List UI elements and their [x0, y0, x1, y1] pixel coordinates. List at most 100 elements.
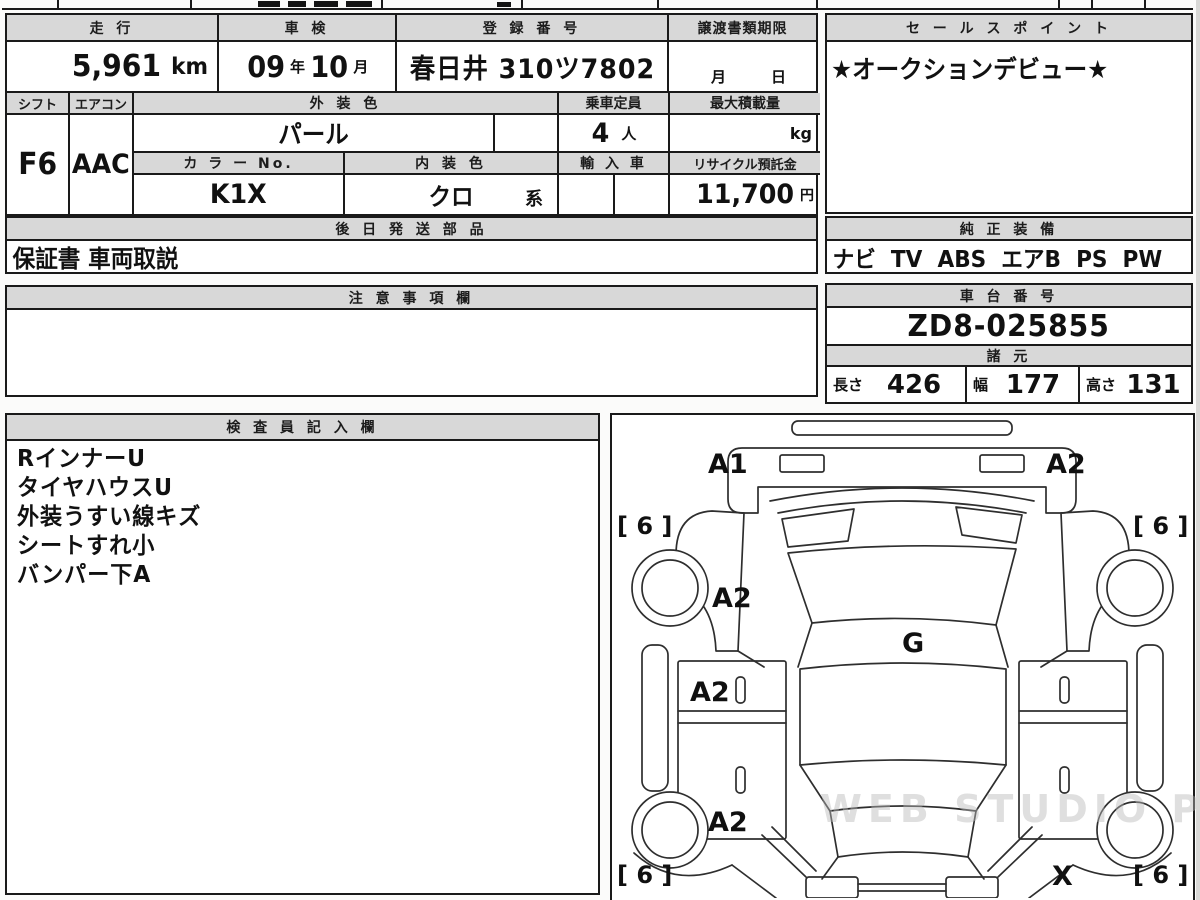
shift-value: F6: [18, 147, 57, 182]
registration-value: 春日井 310ツ7802: [409, 47, 654, 86]
mileage-value-cell: 5,961 km: [7, 42, 219, 91]
chassis-value-cell: ZD8-025855: [827, 308, 1191, 346]
mileage-unit: km: [171, 54, 208, 80]
caution-notes-box: 注 意 事 項 欄: [5, 285, 818, 397]
diagram-grade-label: A2: [708, 807, 748, 838]
inspection-month: 10: [310, 50, 348, 84]
dimension-value: 426: [863, 370, 965, 400]
exterior-color-sub-cell: [495, 115, 559, 153]
exterior-color-value-cell: パール: [134, 115, 495, 153]
diagram-grade-label: A2: [690, 677, 730, 708]
inspection-month-unit: 月: [353, 56, 368, 77]
capacity-header: 乗車定員: [559, 93, 670, 115]
clipped-row-divider: [1144, 0, 1146, 9]
dimension-value: 177: [988, 370, 1078, 400]
color-no-header: カ ラ ー No.: [134, 153, 345, 175]
clipped-text-fragment: [346, 1, 372, 7]
capacity-value: 4: [591, 118, 609, 149]
clipped-row-divider: [816, 0, 818, 9]
watermark: WEB STUDIO PRO: [820, 787, 1200, 831]
inspection-year-unit: 年: [290, 56, 305, 77]
import-car-sub-cell-2: [615, 175, 670, 214]
chassis-specs-box: 車 台 番 号 ZD8-025855 諸 元 長さ426幅177高さ131: [825, 283, 1193, 404]
dimension-label: 長さ: [827, 374, 863, 395]
inspection-year: 09: [247, 50, 285, 84]
recycle-deposit-value-cell: 11,700 円: [670, 175, 820, 214]
exterior-color-header: 外 装 色: [134, 93, 559, 115]
diagram-grade-label: A1: [708, 449, 748, 480]
dimension-value: 131: [1116, 370, 1191, 400]
registration-value-cell: 春日井 310ツ7802: [397, 42, 669, 91]
capacity-unit: 人: [621, 123, 636, 144]
equipment-header: 純 正 装 備: [827, 218, 1191, 241]
recycle-deposit-unit: 円: [800, 185, 814, 205]
clipped-text-fragment: [314, 1, 338, 7]
interior-color-value: クロ: [428, 177, 473, 212]
clipped-row-divider: [1058, 0, 1060, 9]
shift-value-cell: F6: [7, 115, 70, 214]
inspector-notes-header: 検 査 員 記 入 欄: [7, 415, 598, 441]
capacity-value-cell: 4 人: [559, 115, 670, 153]
diagram-grade-label: [ 6 ]: [617, 512, 672, 540]
inspector-note-line: バンパー下A: [17, 561, 575, 590]
scan-edge-right: [1196, 0, 1200, 900]
color-no-value: K1X: [210, 179, 267, 210]
dimension-cell: 高さ131: [1080, 367, 1191, 402]
inspection-value-cell: 09 年 10 月: [219, 42, 397, 91]
diagram-grade-label: [ 6 ]: [617, 861, 672, 889]
max-load-header: 最大積載量: [670, 93, 820, 115]
later-parts-box: 後 日 発 送 部 品 保証書 車両取説: [5, 216, 818, 274]
equipment-value-cell: ナビ TV ABS エアB PS PW: [827, 241, 1191, 272]
inspector-note-line: RインナーU: [17, 445, 575, 474]
import-car-header: 輸 入 車: [559, 153, 670, 175]
interior-color-suffix: 系: [525, 185, 543, 211]
dimension-cell: 長さ426: [827, 367, 967, 402]
clipped-row-divider: [57, 0, 59, 9]
dimensions-header: 諸 元: [827, 346, 1191, 367]
inspection-header: 車 検: [219, 15, 397, 42]
sales-point-value: ★オークションデビュー★: [831, 50, 1108, 86]
sales-point-header: セ ー ル ス ポ イ ン ト: [827, 15, 1191, 42]
recycle-deposit-value: 11,700: [696, 179, 794, 210]
registration-header: 登 録 番 号: [397, 15, 669, 42]
interior-color-header: 内 装 色: [345, 153, 559, 175]
mileage-header: 走 行: [7, 15, 219, 42]
inspector-note-line: シートすれ小: [17, 532, 575, 561]
diagram-grade-label: X: [1052, 861, 1073, 892]
dimension-label: 幅: [967, 374, 988, 395]
clipped-row-divider: [1091, 0, 1093, 9]
sales-point-body: ★オークションデビュー★: [827, 42, 1191, 212]
aircon-value: AAC: [72, 149, 130, 180]
shift-header: シフト: [7, 93, 70, 115]
import-car-sub-cell-1: [559, 175, 615, 214]
transfer-month-label: 月: [711, 66, 726, 87]
color-no-value-cell: K1X: [134, 175, 345, 214]
clipped-row-divider: [190, 0, 192, 9]
auction-sheet-page: { "vehicle_table": { "mileage": {"header…: [0, 0, 1200, 900]
inspector-note-line: タイヤハウスU: [17, 474, 575, 503]
transfer-docs-header: 譲渡書類期限: [669, 15, 816, 42]
chassis-value: ZD8-025855: [908, 309, 1110, 344]
clipped-text-fragment: [258, 1, 280, 7]
vehicle-main-table-top: 走 行 車 検 登 録 番 号 譲渡書類期限 5,961 km 09 年 10 …: [5, 13, 818, 93]
max-load-value-cell: kg: [670, 115, 820, 153]
clipped-row-bottom-border: [2, 8, 1193, 10]
later-parts-value: 保証書 車両取説: [7, 241, 178, 272]
dimension-label: 高さ: [1080, 374, 1116, 395]
exterior-color-value: パール: [278, 115, 349, 151]
vehicle-main-table-mid: シフト エアコン 外 装 色 乗車定員 最大積載量 F6 AAC パール 4 人…: [5, 91, 818, 216]
clipped-row-divider: [381, 0, 383, 9]
dimension-cell: 幅177: [967, 367, 1080, 402]
inspector-notes-box: 検 査 員 記 入 欄 RインナーUタイヤハウスU外装うすい線キズシートすれ小バ…: [5, 413, 600, 895]
transfer-docs-value-cell: 月 日: [669, 42, 816, 91]
chassis-header: 車 台 番 号: [827, 285, 1191, 308]
clipped-top-row: [0, 0, 1200, 12]
max-load-unit: kg: [790, 124, 812, 143]
diagram-grade-label: A2: [1046, 449, 1086, 480]
interior-color-value-cell: クロ 系: [345, 175, 559, 214]
caution-notes-header: 注 意 事 項 欄: [7, 287, 816, 310]
diagram-grade-label: [ 6 ]: [1133, 861, 1188, 889]
sales-point-box: セ ー ル ス ポ イ ン ト ★オークションデビュー★: [825, 13, 1193, 214]
diagram-grade-label: [ 6 ]: [1133, 512, 1188, 540]
equipment-value: ナビ TV ABS エアB PS PW: [827, 241, 1162, 272]
